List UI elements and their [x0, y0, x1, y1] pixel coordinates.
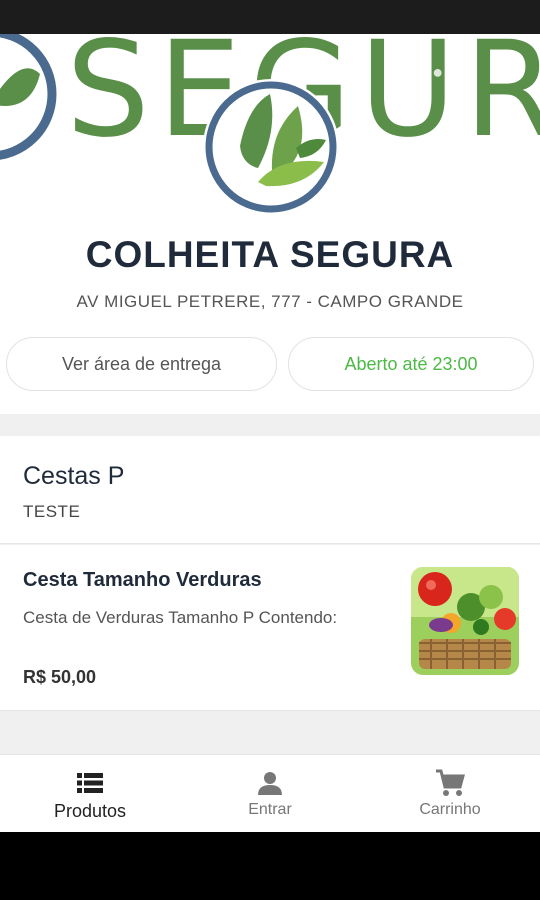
- nav-products-label: Produtos: [53, 801, 127, 821]
- notification-icon[interactable]: ●: [432, 62, 443, 83]
- nav-login-label: Entrar: [248, 801, 292, 818]
- header-actions: ● ○ ⋮: [432, 62, 520, 83]
- store-logo: [200, 76, 342, 218]
- product-price: R$ 50,00: [23, 667, 97, 687]
- nav-products[interactable]: Produtos: [0, 755, 180, 832]
- product-image[interactable]: [411, 567, 519, 675]
- cart-icon: [435, 769, 465, 797]
- bottom-navigation: Produtos Entrar Carrinho: [0, 754, 540, 832]
- nav-cart[interactable]: Carrinho: [360, 755, 540, 832]
- nav-login[interactable]: Entrar: [180, 755, 360, 832]
- app-screen: SEGUR ● ○ ⋮ COLHEITA SEGURA AV MIGUEL PE…: [0, 34, 540, 832]
- product-card[interactable]: Cesta Tamanho Verduras Cesta de Verduras…: [0, 545, 540, 711]
- system-status-bar: [0, 0, 540, 34]
- banner-logo-fragment: [0, 34, 57, 160]
- delivery-area-button[interactable]: Ver área de entrega: [6, 337, 277, 391]
- search-icon[interactable]: ○: [467, 62, 478, 83]
- category-title: Cestas P: [23, 462, 125, 490]
- list-icon: [77, 769, 103, 797]
- product-name: Cesta Tamanho Verduras: [23, 569, 262, 591]
- more-options-icon[interactable]: ⋮: [502, 62, 520, 83]
- category-description: TESTE: [23, 502, 81, 521]
- opening-hours-badge[interactable]: Aberto até 23:00: [288, 337, 534, 391]
- product-description: Cesta de Verduras Tamanho P Contendo:: [23, 608, 338, 627]
- store-name: COLHEITA SEGURA: [85, 234, 455, 275]
- person-icon: [257, 769, 283, 797]
- category-header: Cestas P TESTE: [0, 436, 540, 544]
- store-header: SEGUR ● ○ ⋮ COLHEITA SEGURA AV MIGUEL PE…: [0, 34, 540, 414]
- nav-cart-label: Carrinho: [419, 801, 481, 818]
- system-navigation-area: [0, 832, 540, 900]
- store-address: AV MIGUEL PETRERE, 777 - CAMPO GRANDE: [76, 292, 464, 311]
